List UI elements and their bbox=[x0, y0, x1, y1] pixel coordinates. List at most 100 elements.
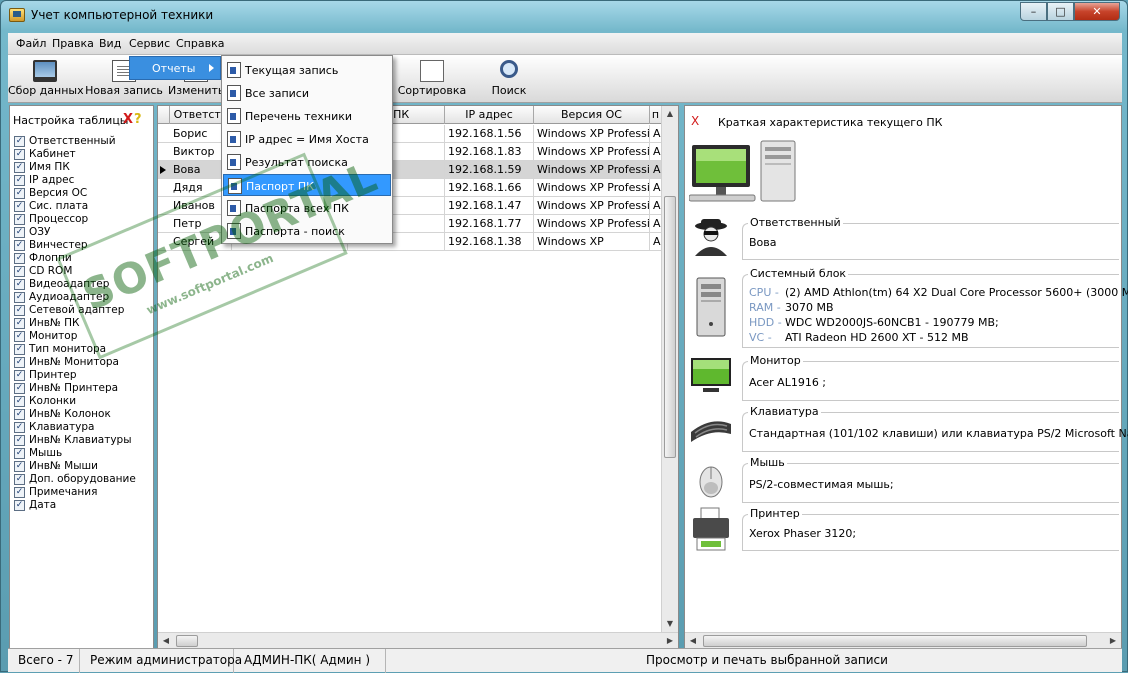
field-checkbox-item[interactable]: ✓ Аудиоадаптер bbox=[14, 291, 136, 304]
table-cell[interactable]: 192.168.1.38 bbox=[445, 233, 534, 251]
field-checkbox-item[interactable]: ✓ Примечания bbox=[14, 486, 136, 499]
field-checkbox-item[interactable]: ✓ Процессор bbox=[14, 213, 136, 226]
reports-menu-option[interactable]: Перечень техники bbox=[223, 105, 391, 127]
table-cell[interactable]: Windows XP Professional bbox=[534, 179, 650, 197]
checkbox[interactable]: ✓ bbox=[14, 149, 25, 160]
clear-icon[interactable]: X bbox=[123, 112, 133, 127]
table-cell[interactable]: 192.168.1.66 bbox=[445, 179, 534, 197]
scroll-up-icon[interactable]: ▲ bbox=[662, 106, 678, 122]
field-checkbox-item[interactable]: ✓ Колонки bbox=[14, 395, 136, 408]
help-icon[interactable]: ? bbox=[134, 112, 142, 127]
checkbox[interactable]: ✓ bbox=[14, 279, 25, 290]
table-cell[interactable]: 192.168.1.77 bbox=[445, 215, 534, 233]
field-checkbox-item[interactable]: ✓ Клавиатура bbox=[14, 421, 136, 434]
table-cell[interactable]: Windows XP Professional bbox=[534, 197, 650, 215]
summary-hscroll-thumb[interactable] bbox=[703, 635, 1087, 647]
field-checkbox-item[interactable]: ✓ Дата bbox=[14, 499, 136, 512]
checkbox[interactable]: ✓ bbox=[14, 175, 25, 186]
scroll-right-icon[interactable]: ▶ bbox=[662, 633, 678, 649]
checkbox[interactable]: ✓ bbox=[14, 383, 25, 394]
reports-menu-item[interactable]: Отчеты bbox=[129, 56, 221, 80]
checkbox[interactable]: ✓ bbox=[14, 487, 25, 498]
reports-menu-option[interactable]: Паспорта - поиск bbox=[223, 220, 391, 242]
grid-scroll-thumb[interactable] bbox=[664, 196, 676, 458]
field-checkbox-item[interactable]: ✓ IP адрес bbox=[14, 174, 136, 187]
maximize-button[interactable]: □ bbox=[1047, 2, 1074, 21]
close-button[interactable]: ✕ bbox=[1074, 2, 1120, 21]
field-checkbox-item[interactable]: ✓ Версия ОС bbox=[14, 187, 136, 200]
checkbox[interactable]: ✓ bbox=[14, 305, 25, 316]
menu-edit[interactable]: Правка bbox=[52, 37, 94, 50]
checkbox[interactable]: ✓ bbox=[14, 448, 25, 459]
grid-horizontal-scrollbar[interactable]: ◀ ▶ bbox=[158, 632, 678, 649]
summary-scroll-right-icon[interactable]: ▶ bbox=[1105, 633, 1121, 649]
table-cell[interactable]: Windows XP bbox=[534, 233, 650, 251]
reports-menu-option[interactable]: IP адрес = Имя Хоста bbox=[223, 128, 391, 150]
checkbox[interactable]: ✓ bbox=[14, 318, 25, 329]
checkbox[interactable]: ✓ bbox=[14, 500, 25, 511]
table-cell[interactable]: 192.168.1.83 bbox=[445, 143, 534, 161]
table-cell[interactable]: 192.168.1.47 bbox=[445, 197, 534, 215]
field-checkbox-item[interactable]: ✓ Видеоадаптер bbox=[14, 278, 136, 291]
field-checkbox-item[interactable]: ✓ Доп. оборудование bbox=[14, 473, 136, 486]
checkbox[interactable]: ✓ bbox=[14, 474, 25, 485]
field-checkbox-item[interactable]: ✓ Мышь bbox=[14, 447, 136, 460]
field-checkbox-item[interactable]: ✓ CD ROM bbox=[14, 265, 136, 278]
scroll-down-icon[interactable]: ▼ bbox=[662, 616, 678, 632]
collect-data-button[interactable]: Сбор данных bbox=[8, 55, 84, 103]
checkbox[interactable]: ✓ bbox=[14, 136, 25, 147]
reports-menu-option[interactable]: Паспорт ПК bbox=[223, 174, 391, 196]
menu-view[interactable]: Вид bbox=[99, 37, 121, 50]
field-checkbox-item[interactable]: ✓ Принтер bbox=[14, 369, 136, 382]
field-checkbox-item[interactable]: ✓ Кабинет bbox=[14, 148, 136, 161]
checkbox[interactable]: ✓ bbox=[14, 435, 25, 446]
table-cell[interactable]: Windows XP Professional bbox=[534, 215, 650, 233]
menu-service[interactable]: Сервис bbox=[129, 37, 170, 50]
sort-button[interactable]: Сортировка bbox=[396, 55, 468, 103]
checkbox[interactable]: ✓ bbox=[14, 344, 25, 355]
field-checkbox-item[interactable]: ✓ Инв№ Принтера bbox=[14, 382, 136, 395]
checkbox[interactable]: ✓ bbox=[14, 201, 25, 212]
field-checkbox-item[interactable]: ✓ Монитор bbox=[14, 330, 136, 343]
checkbox[interactable]: ✓ bbox=[14, 188, 25, 199]
checkbox[interactable]: ✓ bbox=[14, 396, 25, 407]
field-checkbox-item[interactable]: ✓ Ответственный bbox=[14, 135, 136, 148]
table-cell[interactable]: Windows XP Professional bbox=[534, 143, 650, 161]
summary-horizontal-scrollbar[interactable]: ◀ ▶ bbox=[685, 632, 1121, 649]
field-checkbox-item[interactable]: ✓ Флоппи bbox=[14, 252, 136, 265]
checkbox[interactable]: ✓ bbox=[14, 331, 25, 342]
reports-menu-option[interactable]: Результат поиска bbox=[223, 151, 391, 173]
table-cell[interactable]: Windows XP Professional bbox=[534, 125, 650, 143]
checkbox[interactable]: ✓ bbox=[14, 292, 25, 303]
checkbox[interactable]: ✓ bbox=[14, 227, 25, 238]
checkbox[interactable]: ✓ bbox=[14, 357, 25, 368]
field-checkbox-item[interactable]: ✓ Инв№ Клавиатуры bbox=[14, 434, 136, 447]
column-header-os[interactable]: Версия ОС bbox=[534, 106, 650, 124]
table-cell[interactable]: Windows XP Professional bbox=[534, 161, 650, 179]
grid-vertical-scrollbar[interactable]: ▲ ▼ bbox=[661, 106, 678, 632]
field-checkbox-item[interactable]: ✓ Сис. плата bbox=[14, 200, 136, 213]
checkbox[interactable]: ✓ bbox=[14, 162, 25, 173]
column-header-ip[interactable]: IP адрес bbox=[445, 106, 534, 124]
menu-file[interactable]: Файл bbox=[16, 37, 46, 50]
field-checkbox-item[interactable]: ✓ Инв№ Мыши bbox=[14, 460, 136, 473]
checkbox[interactable]: ✓ bbox=[14, 266, 25, 277]
reports-menu-option[interactable]: Текущая запись bbox=[223, 59, 391, 81]
menu-help[interactable]: Справка bbox=[176, 37, 224, 50]
field-checkbox-item[interactable]: ✓ Винчестер bbox=[14, 239, 136, 252]
minimize-button[interactable]: – bbox=[1020, 2, 1047, 21]
field-checkbox-item[interactable]: ✓ Тип монитора bbox=[14, 343, 136, 356]
close-summary-icon[interactable]: X bbox=[691, 114, 699, 128]
field-checkbox-item[interactable]: ✓ Имя ПК bbox=[14, 161, 136, 174]
search-button[interactable]: Поиск bbox=[484, 55, 534, 103]
checkbox[interactable]: ✓ bbox=[14, 240, 25, 251]
checkbox[interactable]: ✓ bbox=[14, 253, 25, 264]
field-checkbox-item[interactable]: ✓ Сетевой адаптер bbox=[14, 304, 136, 317]
table-cell[interactable]: 192.168.1.59 bbox=[445, 161, 534, 179]
checkbox[interactable]: ✓ bbox=[14, 370, 25, 381]
scroll-left-icon[interactable]: ◀ bbox=[158, 633, 174, 649]
table-cell[interactable]: 192.168.1.56 bbox=[445, 125, 534, 143]
checkbox[interactable]: ✓ bbox=[14, 214, 25, 225]
field-checkbox-item[interactable]: ✓ Инв№ ПК bbox=[14, 317, 136, 330]
title-bar[interactable]: Учет компьютерной техники – □ ✕ bbox=[1, 1, 1127, 31]
